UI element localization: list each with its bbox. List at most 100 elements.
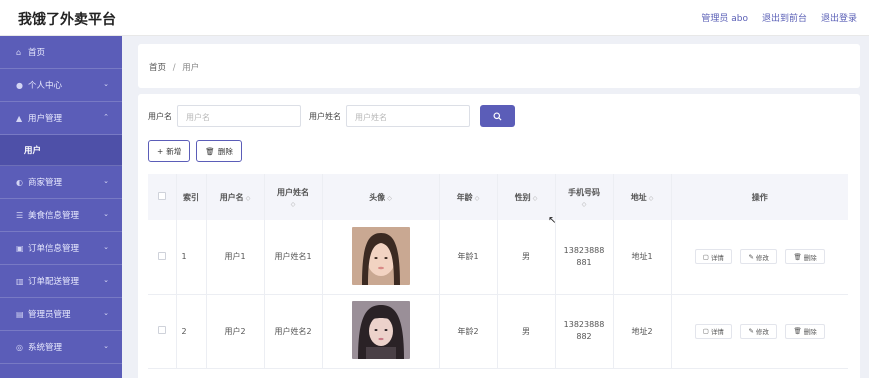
sidebar-item-home[interactable]: ⌂ 首页: [0, 36, 122, 69]
row-delete-button-label: 删除: [803, 253, 817, 262]
col-phone[interactable]: 手机号码 ◇: [555, 174, 614, 220]
delete-button-label: 删除: [217, 146, 233, 156]
sort-icon[interactable]: ◇: [533, 195, 538, 202]
cell-index: 2: [176, 294, 207, 369]
row-delete-button[interactable]: 🗑 删除: [785, 249, 825, 265]
users-icon: ▲: [16, 113, 23, 123]
detail-button[interactable]: ▢ 详情: [694, 323, 732, 339]
search-button[interactable]: [480, 105, 515, 127]
avatar[interactable]: [351, 301, 410, 359]
row-checkbox[interactable]: [157, 251, 166, 260]
breadcrumb-bar: 首页 / 用户: [138, 44, 860, 88]
select-all-checkbox[interactable]: [157, 192, 166, 200]
select-all-cell: [148, 174, 177, 220]
settings-icon: ◎: [16, 342, 23, 352]
row-checkbox[interactable]: [157, 326, 166, 334]
cell-actions: ▢ 详情 ✎ 修改 🗑 删除: [671, 220, 848, 295]
row-delete-button-label: 删除: [803, 328, 817, 336]
col-avatar[interactable]: 头像 ◇: [322, 174, 440, 220]
sidebar-item-label: 订单信息管理: [28, 244, 80, 254]
sidebar-item-order-info[interactable]: ▣ 订单信息管理 ⌄: [0, 232, 122, 265]
document-icon: ▢: [702, 327, 709, 335]
col-address-label: 地址: [630, 192, 647, 202]
cell-age: 年龄2: [439, 294, 498, 369]
username-label: 用户名: [148, 111, 172, 121]
sidebar: ⌂ 首页 ● 个人中心 ⌄ ▲ 用户管理 ⌃ 用户 ◐ 商家管理 ⌄ ☰ 美食信…: [0, 36, 122, 378]
sidebar-item-merchants[interactable]: ◐ 商家管理 ⌄: [0, 166, 122, 199]
sidebar-item-profile[interactable]: ● 个人中心 ⌄: [0, 69, 122, 102]
cell-gender: 男: [497, 294, 556, 369]
sort-icon[interactable]: ◇: [475, 195, 480, 202]
cell-phone: 13823888881: [555, 220, 614, 295]
table-row: 2 用户2 用户姓名2 年龄2 男 13823888882 地址2 ▢ 详情 ✎…: [148, 294, 848, 369]
list-icon: ☰: [16, 210, 24, 220]
sort-icon[interactable]: ◇: [387, 195, 392, 202]
breadcrumb-home[interactable]: 首页: [149, 63, 166, 73]
search-icon: [493, 111, 502, 121]
cell-realname: 用户姓名2: [264, 294, 323, 369]
table-header-row: 索引 用户名 ◇ 用户姓名 ◇ 头像 ◇ 年龄 ◇ 性别 ◇ 手机号码 ◇ 地址 ◇ 操作: [148, 174, 848, 220]
sidebar-item-food-info[interactable]: ☰ 美食信息管理 ⌄: [0, 199, 122, 232]
sidebar-item-delivery[interactable]: ▥ 订单配送管理 ⌄: [0, 265, 122, 298]
sidebar-item-system[interactable]: ◎ 系统管理 ⌄: [0, 331, 122, 364]
exit-to-front-link[interactable]: 退出到前台: [762, 11, 807, 24]
edit-button-label: 修改: [755, 328, 769, 336]
cell-address: 地址1: [613, 220, 672, 295]
realname-label: 用户姓名: [309, 111, 341, 121]
sidebar-item-label: 首页: [28, 48, 46, 58]
col-gender-label: 性别: [514, 192, 531, 202]
sidebar-item-user-management[interactable]: ▲ 用户管理 ⌃: [0, 102, 122, 135]
chevron-down-icon: ⌄: [103, 342, 109, 350]
col-realname[interactable]: 用户姓名 ◇: [264, 174, 323, 220]
sidebar-item-admins[interactable]: ▤ 管理员管理 ⌄: [0, 298, 122, 331]
chart-icon: ▥: [16, 276, 24, 286]
logout-link[interactable]: 退出登录: [821, 11, 857, 24]
cell-gender: 男: [497, 220, 556, 295]
add-button[interactable]: + 新增: [148, 140, 191, 162]
sort-icon[interactable]: ◇: [265, 201, 322, 208]
mouse-cursor-icon: ↖: [548, 215, 557, 226]
detail-button-label: 详情: [710, 253, 724, 262]
cell-realname: 用户姓名1: [264, 220, 323, 295]
sort-icon[interactable]: ◇: [649, 195, 654, 202]
add-button-label: 新增: [166, 146, 182, 156]
col-index[interactable]: 索引: [176, 174, 207, 220]
avatar[interactable]: [351, 226, 410, 285]
chevron-down-icon: ⌄: [103, 177, 109, 185]
pencil-icon: ✎: [748, 327, 754, 335]
detail-button[interactable]: ▢ 详情: [694, 249, 732, 265]
cell-index: 1: [176, 220, 207, 295]
username-search-input[interactable]: 用户名: [177, 105, 301, 127]
cell-address: 地址2: [613, 294, 672, 369]
sort-icon[interactable]: ◇: [246, 195, 251, 202]
search-form: 用户名 用户名 用户姓名 用户姓名: [148, 105, 515, 127]
col-username[interactable]: 用户名 ◇: [206, 174, 265, 220]
edit-button[interactable]: ✎ 修改: [740, 249, 777, 265]
detail-button-label: 详情: [710, 328, 724, 336]
action-toolbar: + 新增 🗑 删除: [148, 140, 242, 162]
cell-age: 年龄1: [439, 220, 498, 295]
chevron-down-icon: ⌄: [103, 276, 109, 284]
sidebar-item-label: 美食信息管理: [28, 211, 80, 221]
col-gender[interactable]: 性别 ◇: [497, 174, 556, 220]
breadcrumb: 首页 / 用户: [149, 61, 199, 73]
chevron-down-icon: ⌄: [103, 309, 109, 317]
batch-delete-button[interactable]: 🗑 删除: [196, 140, 242, 162]
plus-icon: +: [157, 146, 164, 156]
edit-button[interactable]: ✎ 修改: [740, 323, 777, 339]
home-icon: ⌂: [16, 47, 22, 57]
trash-icon: 🗑: [793, 327, 802, 335]
realname-search-input[interactable]: 用户姓名: [346, 105, 470, 127]
sidebar-item-label: 用户: [24, 146, 42, 156]
sidebar-subitem-users[interactable]: 用户: [0, 135, 122, 166]
chevron-down-icon: ⌄: [103, 210, 109, 218]
order-icon: ▣: [16, 243, 24, 253]
sort-icon[interactable]: ◇: [556, 201, 613, 208]
table-row: 1 用户1 用户姓名1 年龄1 男 13823888881 地址1 ▢ 详情 ✎…: [148, 220, 848, 295]
row-delete-button[interactable]: 🗑 删除: [785, 323, 825, 339]
cell-phone: 13823888882: [555, 294, 614, 369]
col-address[interactable]: 地址 ◇: [613, 174, 672, 220]
sidebar-item-label: 商家管理: [28, 178, 63, 188]
col-age[interactable]: 年龄 ◇: [439, 174, 498, 220]
pencil-icon: ✎: [748, 252, 754, 261]
